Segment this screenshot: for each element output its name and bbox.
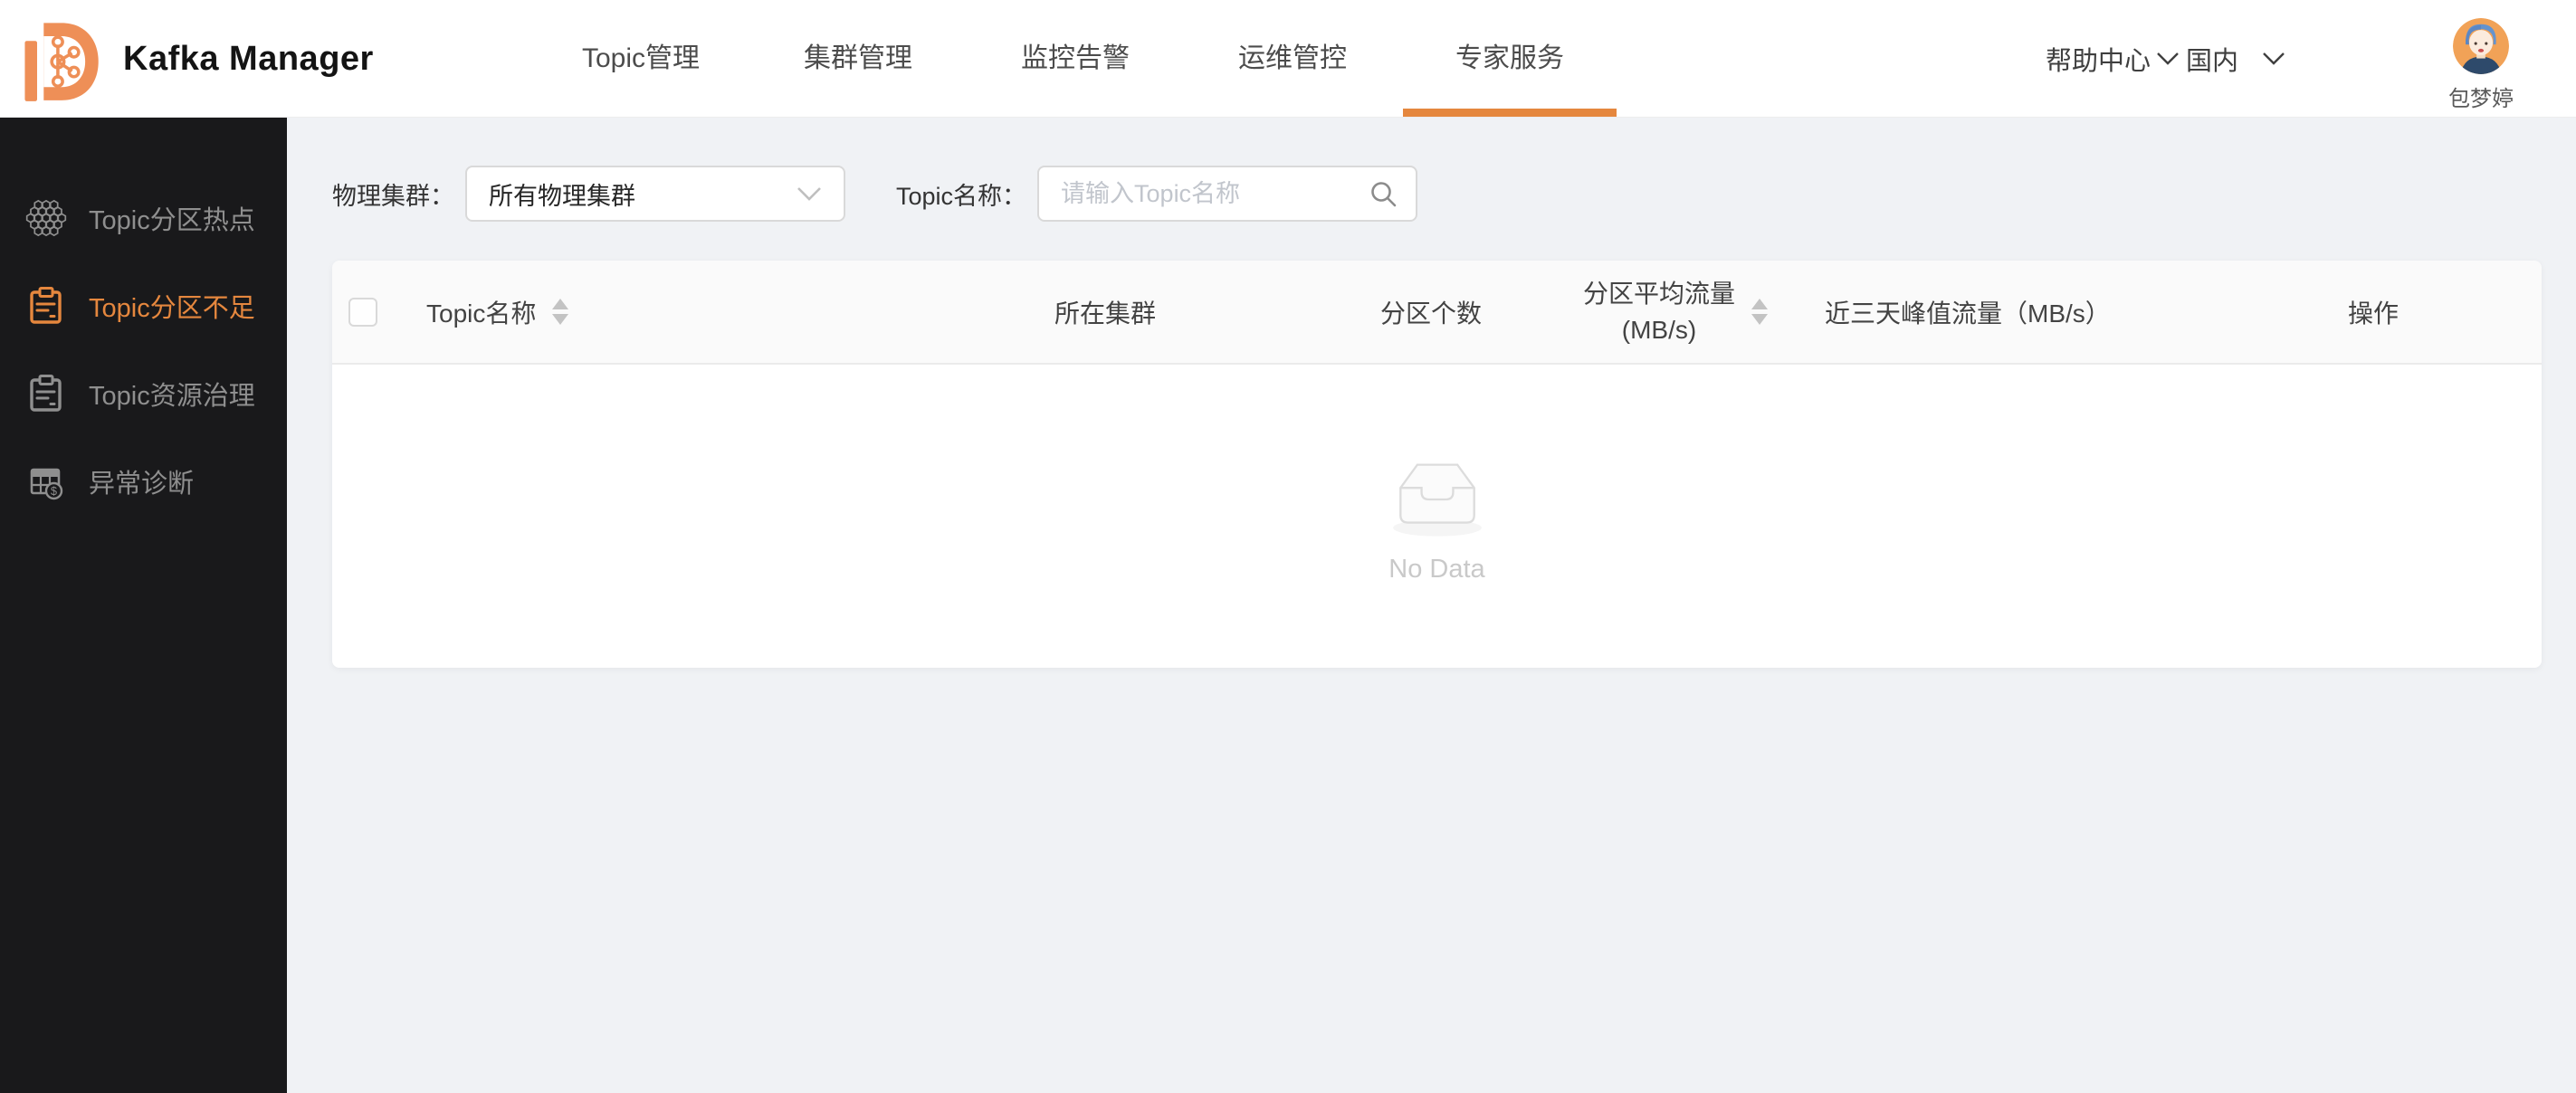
region-selector[interactable]: 国内 <box>2186 0 2285 118</box>
region-label: 国内 <box>2186 40 2238 78</box>
topic-filter-label: Topic名称： <box>896 176 1026 212</box>
user-menu[interactable]: 包梦婷 <box>2440 0 2522 118</box>
clipboard-icon <box>25 285 67 327</box>
col-topic-name: Topic名称 <box>426 294 536 330</box>
kafka-manager-logo <box>14 13 105 105</box>
search-icon[interactable] <box>1369 179 1398 208</box>
sidebar-item-anomaly-diagnosis[interactable]: $ 异常诊断 <box>0 437 287 525</box>
sort-asc-icon <box>552 299 568 309</box>
cluster-filter-label: 物理集群： <box>332 176 454 212</box>
col-action: 操作 <box>2348 294 2399 330</box>
top-bar: Kafka Manager Topic管理 集群管理 监控告警 运维管控 专家服… <box>0 0 2576 118</box>
topic-search-box <box>1037 166 1417 222</box>
col-partition-count: 分区个数 <box>1380 294 1482 330</box>
topic-table: Topic名称 所在集群 分区个数 分区平均流量 (MB/s) 近三天峰值流量（… <box>332 261 2542 668</box>
sort-toggle-topic-name[interactable] <box>552 299 568 325</box>
col-avg-traffic-line1: 分区平均流量 <box>1583 276 1735 312</box>
table-body-empty: No Data <box>332 365 2542 668</box>
empty-box-icon <box>1379 448 1495 538</box>
col-avg-traffic-line2: (MB/s) <box>1583 312 1735 348</box>
cluster-select-value: 所有物理集群 <box>489 176 797 212</box>
nav-monitor-alert[interactable]: 监控告警 <box>967 0 1184 118</box>
sidebar-item-topic-resource-governance[interactable]: Topic资源治理 <box>0 349 287 437</box>
col-cluster: 所在集群 <box>1054 294 1156 330</box>
sidebar-item-label: 异常诊断 <box>89 462 194 500</box>
no-data-label: No Data <box>1388 555 1484 585</box>
cluster-select[interactable]: 所有物理集群 <box>465 166 845 222</box>
honeycomb-icon <box>25 197 67 239</box>
sidebar-item-topic-partition-insufficient[interactable]: Topic分区不足 <box>0 261 287 349</box>
sidebar: Topic分区热点 Topic分区不足 Topic资源治理 <box>0 118 287 1093</box>
select-all-checkbox[interactable] <box>348 298 377 327</box>
col-peak-traffic: 近三天峰值流量（MB/s） <box>1825 294 2111 330</box>
sort-asc-icon <box>1751 299 1768 309</box>
select-chevron-down-icon <box>797 186 822 202</box>
svg-text:$: $ <box>51 485 57 498</box>
sidebar-item-topic-partition-hotspot[interactable]: Topic分区热点 <box>0 174 287 261</box>
clipboard-icon <box>25 373 67 414</box>
table-coin-icon: $ <box>25 461 67 502</box>
app-title: Kafka Manager <box>123 0 374 118</box>
sort-desc-icon <box>1751 314 1768 325</box>
chevron-down-icon <box>2262 52 2285 66</box>
username: 包梦婷 <box>2440 81 2522 112</box>
topic-search-input[interactable] <box>1061 180 1369 208</box>
sidebar-item-label: Topic分区热点 <box>89 199 255 237</box>
avatar <box>2453 18 2509 74</box>
sidebar-item-label: Topic分区不足 <box>89 287 255 325</box>
sort-toggle-avg-traffic[interactable] <box>1751 299 1768 325</box>
help-center-menu[interactable]: 帮助中心 <box>2046 0 2180 118</box>
nav-expert-service[interactable]: 专家服务 <box>1401 0 1618 118</box>
chevron-down-icon <box>2156 52 2180 66</box>
nav-cluster-management[interactable]: 集群管理 <box>749 0 967 118</box>
main-content: 物理集群： 所有物理集群 Topic名称： Topic名称 <box>287 118 2576 1093</box>
sidebar-item-label: Topic资源治理 <box>89 375 255 413</box>
main-nav: Topic管理 集群管理 监控告警 运维管控 专家服务 <box>532 0 1618 118</box>
sort-desc-icon <box>552 314 568 325</box>
table-header: Topic名称 所在集群 分区个数 分区平均流量 (MB/s) 近三天峰值流量（… <box>332 261 2542 365</box>
filter-bar: 物理集群： 所有物理集群 Topic名称： <box>332 166 2542 222</box>
nav-topic-management[interactable]: Topic管理 <box>532 0 749 118</box>
help-center-label: 帮助中心 <box>2046 40 2151 78</box>
nav-ops-control[interactable]: 运维管控 <box>1184 0 1401 118</box>
